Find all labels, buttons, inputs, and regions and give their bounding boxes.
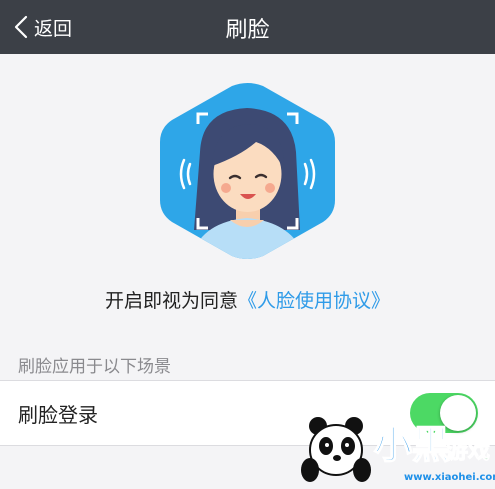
face-scan-illustration — [160, 82, 335, 260]
watermark-title: 小黑 — [374, 423, 450, 467]
consent-text: 开启即视为同意《人脸使用协议》 — [0, 286, 495, 313]
watermark-url: www.xiaohei.com — [404, 472, 495, 483]
watermark-logo: 小黑 游戏 www.xiaohei.com — [296, 410, 495, 485]
section-header: 刷脸应用于以下场景 — [18, 357, 171, 377]
page-title: 刷脸 — [225, 18, 270, 43]
panda-icon — [301, 417, 371, 482]
face-login-label: 刷脸登录 — [18, 403, 98, 427]
face-agreement-link[interactable]: 《人脸使用协议》 — [238, 290, 390, 312]
watermark-subtitle: 游戏 — [446, 438, 490, 464]
consent-prefix: 开启即视为同意 — [104, 290, 238, 312]
navigation-bar: 返回 刷脸 — [0, 0, 495, 54]
